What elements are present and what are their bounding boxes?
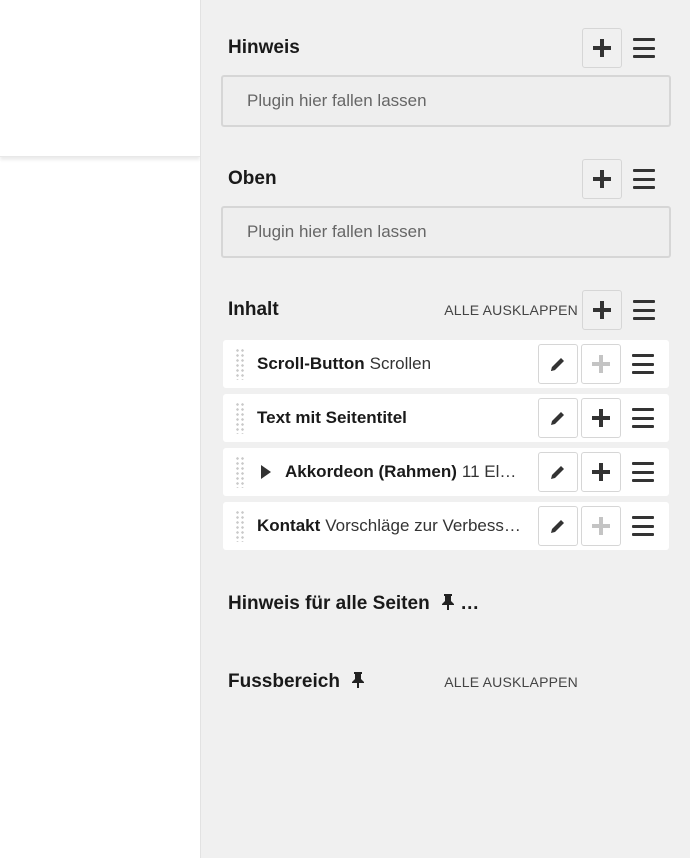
hamburger-icon[interactable] [633, 300, 655, 320]
plugin-dropzone[interactable]: Plugin hier fallen lassen [221, 75, 671, 127]
hamburger-icon[interactable] [632, 354, 654, 374]
pin-icon [352, 672, 365, 688]
edit-plugin-button[interactable] [538, 344, 578, 384]
triangle-right-icon[interactable] [261, 465, 271, 479]
plugin-type: Akkordeon (Rahmen) [285, 462, 457, 481]
placeholder-title: Fussbereich [228, 671, 365, 693]
expand-all-link[interactable]: ALLE AUSKLAPPEN [444, 674, 578, 690]
plugin-row[interactable]: Kontakt Vorschläge zur Verbess… [223, 502, 669, 550]
plugin-label: Scroll-Button Scrollen [257, 340, 533, 388]
add-child-plugin-button[interactable] [581, 398, 621, 438]
drag-handle-icon[interactable] [235, 456, 245, 488]
plugin-label: Akkordeon (Rahmen) 11 El… [257, 448, 533, 496]
add-child-plugin-button[interactable] [581, 344, 621, 384]
drag-handle-icon[interactable] [235, 348, 245, 380]
placeholder-title: Inhalt [228, 299, 279, 320]
plugin-row[interactable]: Scroll-Button Scrollen [223, 340, 669, 388]
plugin-label: Kontakt Vorschläge zur Verbess… [257, 502, 533, 550]
plugin-type: Kontakt [257, 516, 321, 535]
preview-content-block [0, 0, 200, 157]
edit-plugin-button[interactable] [538, 398, 578, 438]
plugin-type: Text mit Seitentitel [257, 408, 407, 427]
pencil-icon [551, 358, 564, 371]
expand-all-link[interactable]: ALLE AUSKLAPPEN [444, 302, 578, 318]
edit-plugin-button[interactable] [538, 506, 578, 546]
plus-icon [592, 409, 610, 427]
plus-icon [592, 355, 610, 373]
plus-icon [593, 301, 611, 319]
pencil-icon [551, 466, 564, 479]
plugin-label: Text mit Seitentitel [257, 394, 533, 442]
plugin-desc: Scrollen [369, 354, 432, 373]
placeholder-title: Oben [228, 168, 277, 189]
plus-icon [593, 170, 611, 188]
edit-plugin-button[interactable] [538, 452, 578, 492]
pencil-icon [551, 520, 564, 533]
hamburger-icon[interactable] [632, 516, 654, 536]
add-child-plugin-button[interactable] [581, 506, 621, 546]
plugin-row[interactable]: Akkordeon (Rahmen) 11 El… [223, 448, 669, 496]
plugin-dropzone[interactable]: Plugin hier fallen lassen [221, 206, 671, 258]
placeholder-header-hinweis-alle-seiten[interactable]: Hinweis für alle Seiten … [228, 584, 676, 624]
hamburger-icon[interactable] [632, 462, 654, 482]
add-child-plugin-button[interactable] [581, 452, 621, 492]
drag-handle-icon[interactable] [235, 510, 245, 542]
placeholder-title: Hinweis für alle Seiten … [228, 593, 480, 614]
structure-panel: Hinweis Plugin hier fallen lassen Oben P… [200, 0, 690, 858]
plus-icon [592, 463, 610, 481]
add-plugin-button[interactable] [582, 159, 622, 199]
placeholder-header-fussbereich: Fussbereich ALLE AUSKLAPPEN [228, 662, 676, 702]
plugin-row[interactable]: Text mit Seitentitel [223, 394, 669, 442]
add-plugin-button[interactable] [582, 290, 622, 330]
drag-handle-icon[interactable] [235, 402, 245, 434]
hamburger-icon[interactable] [633, 169, 655, 189]
placeholder-title: Hinweis [228, 37, 300, 58]
plugin-desc: 11 El… [461, 462, 517, 481]
plus-icon [593, 39, 611, 57]
plugin-type: Scroll-Button [257, 354, 365, 373]
hamburger-icon[interactable] [633, 38, 655, 58]
pencil-icon [551, 412, 564, 425]
plugin-desc: Vorschläge zur Verbess… [325, 516, 521, 535]
plus-icon [592, 517, 610, 535]
hamburger-icon[interactable] [632, 408, 654, 428]
pin-icon [441, 594, 454, 610]
add-plugin-button[interactable] [582, 28, 622, 68]
page-preview-area [0, 0, 200, 858]
